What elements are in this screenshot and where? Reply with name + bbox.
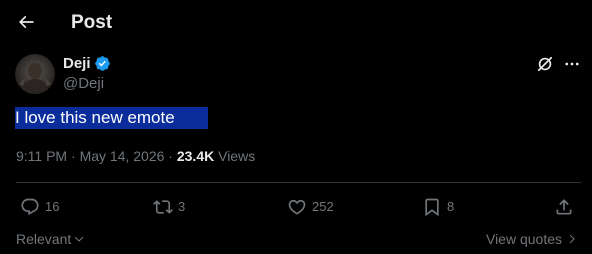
view-quotes-link[interactable]: View quotes bbox=[486, 230, 578, 248]
post-text: I love this new emote bbox=[15, 107, 208, 129]
repost-button[interactable]: 3 bbox=[153, 196, 185, 218]
author-handle[interactable]: @Deji bbox=[63, 74, 111, 93]
repost-count: 3 bbox=[178, 199, 186, 214]
page-title: Post bbox=[71, 12, 113, 33]
avatar[interactable] bbox=[15, 54, 55, 94]
reply-count: 16 bbox=[45, 199, 60, 214]
bookmark-button[interactable]: 8 bbox=[422, 196, 454, 218]
back-button[interactable] bbox=[13, 9, 39, 35]
views-count: 23.4K bbox=[176, 148, 215, 164]
reply-icon bbox=[20, 197, 40, 217]
view-quotes-label: View quotes bbox=[485, 231, 562, 247]
sort-label: Relevant bbox=[16, 231, 72, 247]
meta-separator: · bbox=[168, 148, 173, 164]
share-icon bbox=[554, 197, 574, 217]
more-horizontal-icon bbox=[563, 55, 581, 73]
post-time[interactable]: 9:11 PM bbox=[16, 148, 67, 164]
heart-icon bbox=[287, 197, 307, 217]
post-meta: 9:11 PM · May 14, 2026 · 23.4K Views bbox=[16, 147, 255, 165]
bookmark-count: 8 bbox=[447, 199, 455, 214]
views-label: Views bbox=[218, 148, 256, 164]
repost-icon bbox=[153, 197, 173, 217]
bookmark-icon bbox=[422, 197, 442, 217]
verified-badge-icon bbox=[94, 55, 111, 72]
post-date[interactable]: May 14, 2026 bbox=[80, 148, 165, 164]
sort-replies-dropdown[interactable]: Relevant bbox=[16, 230, 85, 248]
divider bbox=[16, 182, 581, 183]
grok-icon bbox=[535, 54, 555, 74]
chevron-right-icon bbox=[566, 233, 578, 245]
reply-button[interactable]: 16 bbox=[20, 196, 59, 218]
post-author: Deji @Deji bbox=[63, 54, 111, 93]
share-button[interactable] bbox=[554, 196, 574, 218]
like-count: 252 bbox=[312, 199, 334, 214]
meta-separator: · bbox=[71, 148, 76, 164]
grok-button[interactable] bbox=[533, 52, 557, 76]
arrow-left-icon bbox=[16, 12, 36, 32]
author-display-name[interactable]: Deji bbox=[63, 54, 91, 73]
more-options-button[interactable] bbox=[560, 52, 584, 76]
like-button[interactable]: 252 bbox=[287, 196, 334, 218]
page-header: Post bbox=[0, 0, 592, 46]
chevron-down-icon bbox=[73, 233, 85, 245]
